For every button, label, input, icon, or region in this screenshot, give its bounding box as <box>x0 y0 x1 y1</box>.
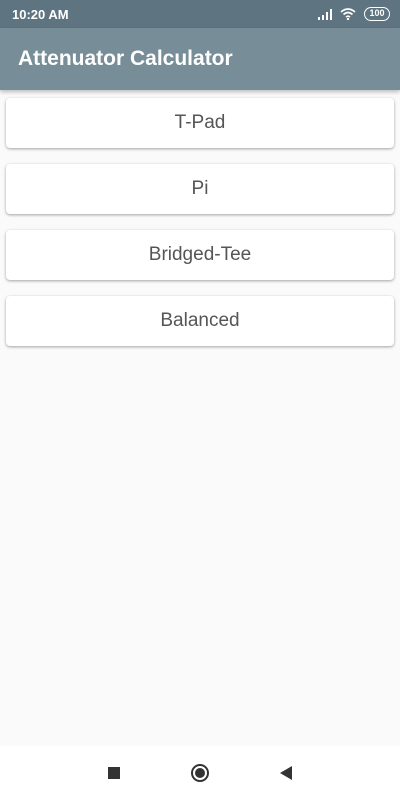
pi-label: Pi <box>191 178 209 199</box>
t-pad-label: T-Pad <box>174 112 226 133</box>
t-pad-button[interactable]: T-Pad <box>6 98 394 148</box>
recents-icon <box>108 767 120 779</box>
battery-icon: 100 <box>364 7 390 21</box>
status-time: 10:20 AM <box>12 6 69 22</box>
home-button[interactable] <box>190 763 210 783</box>
signal-icon <box>318 8 332 20</box>
attenuator-type-list: T-Pad Pi Bridged-Tee Balanced <box>6 98 394 362</box>
back-button[interactable] <box>276 763 296 783</box>
navigation-bar <box>0 746 400 800</box>
pi-button[interactable]: Pi <box>6 164 394 214</box>
app-title: Attenuator Calculator <box>18 47 233 70</box>
bridged-tee-label: Bridged-Tee <box>148 244 252 265</box>
home-icon <box>191 764 209 782</box>
status-icons: 100 <box>318 7 390 21</box>
balanced-button[interactable]: Balanced <box>6 296 394 346</box>
back-icon <box>280 766 292 780</box>
wifi-icon <box>340 8 356 20</box>
status-bar: 10:20 AM 100 <box>0 0 400 28</box>
recents-button[interactable] <box>104 763 124 783</box>
balanced-label: Balanced <box>160 310 240 331</box>
app-bar: Attenuator Calculator <box>0 28 400 90</box>
bridged-tee-button[interactable]: Bridged-Tee <box>6 230 394 280</box>
